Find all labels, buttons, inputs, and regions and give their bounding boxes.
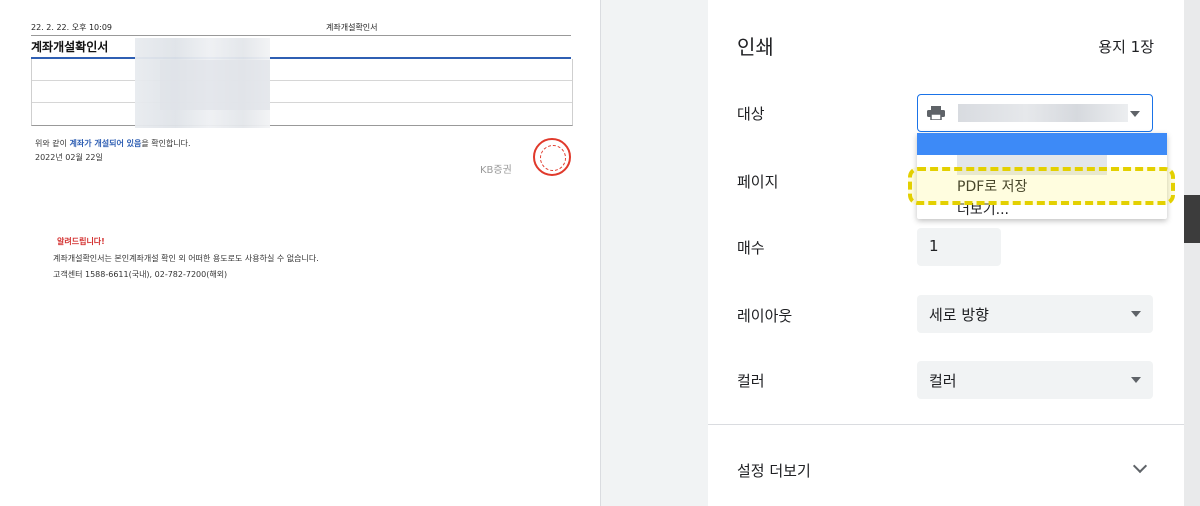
- chevron-down-icon: [1130, 111, 1140, 117]
- sheet-count: 용지 1장: [1098, 38, 1154, 56]
- document-title: 계좌개설확인서: [31, 40, 109, 54]
- notice-line: 계좌개설확인서는 본인계좌개설 확인 외 어떠한 용도로도 사용하실 수 없습니…: [53, 254, 319, 263]
- dropdown-option-selected[interactable]: [917, 133, 1167, 155]
- copies-label: 매수: [737, 239, 765, 257]
- account-info-table: [31, 59, 573, 126]
- scrollbar-track[interactable]: [1184, 0, 1200, 506]
- confirm-statement: 위와 같이 계좌가 개설되어 있음을 확인합니다.: [35, 138, 191, 149]
- color-value: 컬러: [929, 372, 957, 390]
- layout-label: 레이아웃: [737, 307, 793, 325]
- header-datetime: 22. 2. 22. 오후 10:09: [31, 23, 113, 32]
- destination-label: 대상: [737, 105, 765, 123]
- more-settings-toggle[interactable]: 설정 더보기: [737, 460, 811, 481]
- printer-icon: [927, 106, 945, 120]
- issue-date: 2022년 02월 22일: [35, 153, 103, 162]
- document-page: 22. 2. 22. 오후 10:09 계좌개설확인서 계좌개설확인서 위와 같…: [0, 0, 600, 506]
- preview-background: [600, 0, 709, 506]
- scrollbar-thumb[interactable]: [1184, 195, 1200, 243]
- print-preview-area: 22. 2. 22. 오후 10:09 계좌개설확인서 계좌개설확인서 위와 같…: [0, 0, 709, 506]
- header-divider: [31, 35, 571, 36]
- header-title: 계좌개설확인서: [326, 23, 378, 32]
- panel-title: 인쇄: [737, 35, 774, 59]
- color-select[interactable]: 컬러: [917, 361, 1153, 399]
- notice-title: 알려드립니다!: [57, 237, 105, 246]
- chevron-down-icon: [1131, 377, 1141, 383]
- color-label: 컬러: [737, 372, 765, 390]
- copies-input[interactable]: 1: [917, 228, 1001, 266]
- destination-select[interactable]: [917, 94, 1153, 132]
- notice-line: 고객센터 1588-6611(국내), 02-782-7200(해외): [53, 270, 228, 279]
- confirm-prefix: 위와 같이: [35, 139, 70, 148]
- confirm-suffix: 을 확인합니다.: [141, 139, 191, 148]
- table-row-divider: [32, 80, 572, 81]
- seal-stamp-icon: [533, 138, 571, 176]
- pages-label: 페이지: [737, 173, 779, 191]
- print-settings-panel: 인쇄 용지 1장 대상 페이지 매수 1 레이아웃 세로 방향 컬러 컬러: [708, 0, 1184, 506]
- settings-divider: [708, 424, 1184, 425]
- redacted-printer-name: [958, 104, 1128, 122]
- save-pdf-highlight-annotation: [908, 167, 1175, 205]
- chevron-down-icon: [1131, 311, 1141, 317]
- copies-value: 1: [929, 237, 939, 255]
- redacted-block: [160, 60, 270, 110]
- table-row-divider: [32, 102, 572, 103]
- confirm-highlight: 계좌가 개설되어 있음: [69, 139, 142, 148]
- layout-value: 세로 방향: [929, 306, 989, 324]
- layout-select[interactable]: 세로 방향: [917, 295, 1153, 333]
- kb-logo: KB증권: [480, 165, 512, 176]
